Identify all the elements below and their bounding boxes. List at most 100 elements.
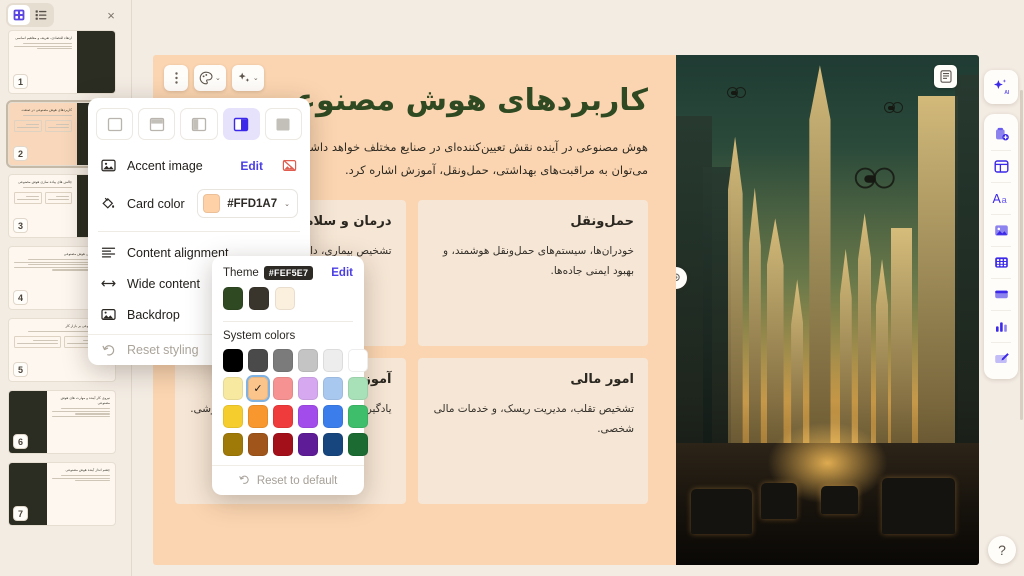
system-swatch[interactable] — [223, 377, 243, 400]
layout-preset-row[interactable] — [88, 108, 310, 150]
slide-card[interactable]: حمل‌ونقل خودران‌ها، سیستم‌های حمل‌ونقل ه… — [417, 199, 648, 346]
system-swatch[interactable] — [348, 377, 368, 400]
slide-card-body: تشخیص تقلب، مدیریت ریسک، و خدمات مالی شخ… — [433, 402, 634, 435]
system-swatch[interactable] — [298, 377, 318, 400]
style-palette-button[interactable]: ⌄ — [194, 65, 226, 91]
theme-color-row[interactable] — [212, 287, 364, 319]
system-swatch[interactable] — [223, 349, 243, 372]
card-button[interactable] — [986, 279, 1016, 310]
system-swatch[interactable] — [223, 433, 243, 456]
accent-image-row[interactable]: Accent image Edit — [88, 150, 310, 181]
ai-edit-button[interactable]: ⌄ — [231, 65, 264, 91]
svg-text:a: a — [1001, 195, 1007, 206]
slide-thumbnail[interactable]: ارتقاء اقتصادی، تعریف و مفاهیم اساسی 1 — [8, 30, 116, 94]
draw-button[interactable] — [986, 343, 1016, 374]
system-swatch[interactable] — [298, 433, 318, 456]
slide-thumbnail-title: چالش های پیاده سازی هوش مصنوعی — [18, 180, 72, 184]
close-panel-button[interactable]: × — [103, 7, 119, 23]
accent-image-label: Accent image — [127, 158, 203, 173]
accent-image-edit-link[interactable]: Edit — [240, 159, 263, 173]
svg-text:A: A — [992, 192, 1001, 206]
theme-label: Theme — [223, 267, 259, 279]
layout-preset-full[interactable] — [96, 108, 134, 140]
slide-thumbnail[interactable]: چشم انداز آینده هوش مصنوعی 7 — [8, 462, 116, 526]
car — [882, 478, 955, 535]
theme-swatch[interactable] — [249, 287, 269, 310]
slide-accent-image[interactable] — [676, 55, 979, 565]
system-swatch[interactable] — [248, 405, 268, 428]
card-color-row[interactable]: Card color #FFD1A7 ⌄ — [88, 181, 310, 226]
system-swatch[interactable] — [323, 377, 343, 400]
layout-preset-right-split[interactable] — [222, 108, 260, 140]
image-button[interactable] — [986, 215, 1016, 246]
system-swatch[interactable] — [273, 377, 293, 400]
slide-card-body: خودران‌ها، سیستم‌های حمل‌ونقل هوشمند، و … — [443, 244, 634, 277]
ai-assistant-button[interactable]: AI — [984, 70, 1018, 104]
system-swatch[interactable] — [273, 433, 293, 456]
system-swatch[interactable] — [323, 433, 343, 456]
slide-number: 1 — [13, 74, 28, 89]
system-swatch[interactable] — [273, 349, 293, 372]
system-swatch[interactable] — [348, 405, 368, 428]
system-swatch[interactable] — [223, 405, 243, 428]
car — [691, 488, 752, 535]
drag-dots-icon — [174, 72, 178, 84]
system-swatch[interactable] — [248, 349, 268, 372]
check-icon: ✓ — [253, 383, 263, 395]
system-swatch[interactable] — [348, 349, 368, 372]
table-button[interactable] — [986, 247, 1016, 278]
canvas-scrollbar[interactable] — [1020, 90, 1023, 420]
image-card-button[interactable] — [934, 65, 957, 88]
theme-swatch[interactable] — [223, 287, 243, 310]
drone-icon — [854, 167, 895, 189]
system-swatch[interactable] — [323, 405, 343, 428]
paint-bucket-icon — [100, 196, 117, 211]
right-tool-rail[interactable]: AI A a — [984, 70, 1018, 379]
layout-full-icon — [107, 117, 122, 131]
chevron-down-icon: ⌄ — [215, 75, 221, 82]
text-button[interactable]: A a — [986, 183, 1016, 214]
chart-bar-icon — [995, 322, 1007, 332]
color-picker-divider — [223, 321, 353, 322]
system-swatch[interactable] — [323, 349, 343, 372]
align-icon — [100, 245, 117, 260]
insert-tools-group[interactable]: A a — [984, 114, 1018, 379]
popup-divider — [98, 231, 300, 232]
slide-float-toolbar[interactable]: ⌄ ⌄ — [164, 65, 264, 91]
chevron-down-icon: ⌄ — [252, 75, 259, 82]
car — [821, 485, 858, 514]
layout-preset-fill[interactable] — [264, 108, 303, 140]
theme-edit-link[interactable]: Edit — [331, 267, 353, 279]
add-card-button[interactable] — [986, 119, 1016, 150]
layout-button[interactable] — [986, 151, 1016, 182]
layout-bottom-icon — [149, 117, 164, 131]
system-swatch[interactable] — [348, 433, 368, 456]
view-mode-toggle[interactable] — [6, 3, 54, 27]
slide-number: 5 — [13, 362, 28, 377]
layout-preset-bottom[interactable] — [138, 108, 176, 140]
system-swatch[interactable] — [298, 349, 318, 372]
theme-swatch[interactable] — [275, 287, 295, 310]
system-color-grid[interactable]: ✓ — [212, 349, 368, 465]
image-off-icon[interactable] — [281, 158, 298, 173]
list-view-button[interactable] — [30, 5, 52, 25]
chart-button[interactable] — [986, 311, 1016, 342]
color-picker-popup[interactable]: Theme #FEF5E7 Edit System colors ✓ Reset… — [212, 256, 368, 495]
system-swatch[interactable] — [273, 405, 293, 428]
layout-preset-left-narrow[interactable] — [180, 108, 218, 140]
system-swatch-selected[interactable]: ✓ — [246, 375, 270, 402]
system-swatch[interactable] — [298, 405, 318, 428]
card-color-swatch — [203, 194, 221, 213]
card-color-chip[interactable]: #FFD1A7 ⌄ — [197, 189, 298, 218]
reset-to-default-button[interactable]: Reset to default — [212, 465, 364, 495]
system-swatch[interactable] — [248, 433, 268, 456]
slide-card[interactable]: امور مالی تشخیص تقلب، مدیریت ریسک، و خدم… — [417, 357, 648, 504]
grid-view-button[interactable] — [8, 5, 30, 25]
slide-thumbnail-title: ارتقاء اقتصادی، تعریف و مفاهیم اساسی — [15, 36, 72, 40]
drag-handle-button[interactable] — [164, 65, 188, 91]
grid-view-icon — [13, 9, 25, 21]
slide-thumbnail[interactable]: نیروی کار آینده و مهارت های هوش مصنوعی 6 — [8, 390, 116, 454]
slide-thumbnail-image — [77, 31, 115, 93]
car — [760, 483, 798, 520]
help-button[interactable]: ? — [988, 536, 1016, 564]
